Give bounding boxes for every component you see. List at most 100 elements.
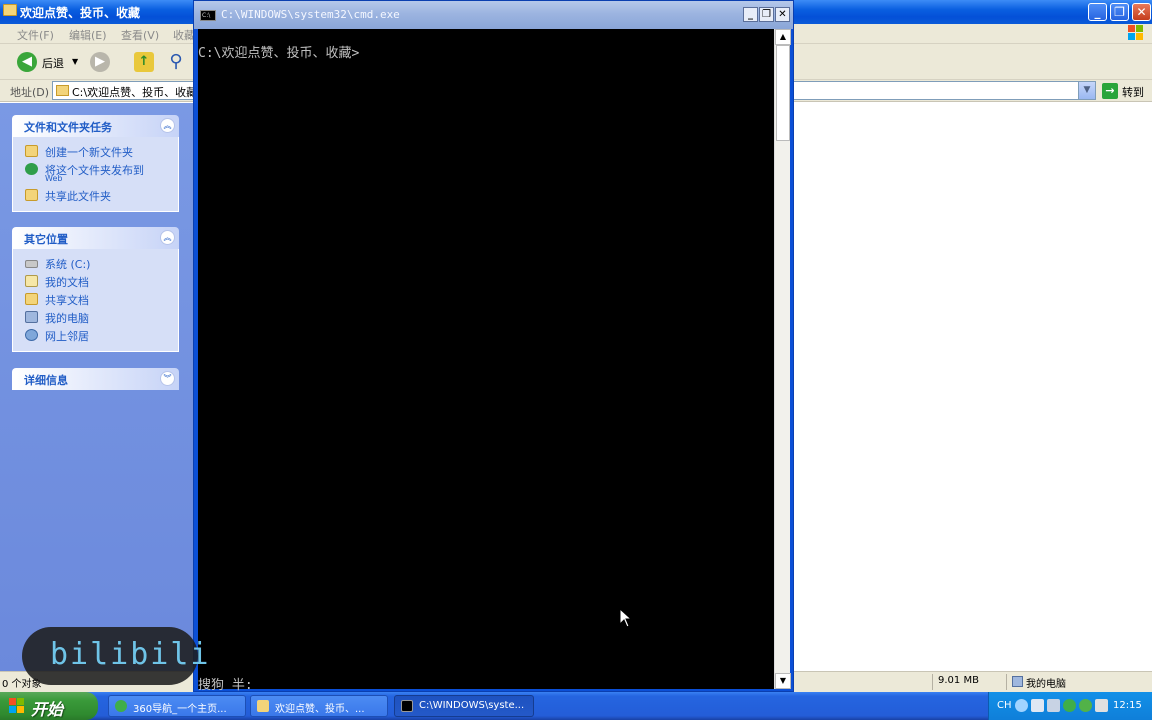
language-indicator[interactable]: CH: [997, 700, 1012, 711]
minimize-button[interactable]: _: [1088, 3, 1107, 21]
cmd-minimize-button[interactable]: _: [743, 7, 758, 22]
task-share-folder[interactable]: 共享此文件夹: [23, 187, 178, 205]
my-documents-icon: [25, 275, 38, 287]
windows-logo-icon: [9, 698, 25, 714]
place-system-c[interactable]: 系统 (C:): [23, 255, 178, 273]
go-label: 转到: [1122, 86, 1144, 99]
panel-header[interactable]: 文件和文件夹任务 ︽: [12, 115, 179, 137]
panel-header[interactable]: 详细信息 ︾: [12, 368, 179, 390]
cmd-window: C:\ C:\WINDOWS\system32\cmd.exe _ ❐ ✕ C:…: [193, 0, 794, 693]
ime-icon[interactable]: [1015, 699, 1028, 712]
status-divider: [1006, 674, 1007, 690]
close-button[interactable]: ✕: [1132, 3, 1151, 21]
place-label: 共享文档: [45, 294, 89, 307]
menu-favorites[interactable]: 收藏: [173, 27, 195, 43]
taskbar-item-label: 360导航_一个主页...: [133, 704, 227, 715]
panel-title: 详细信息: [24, 374, 68, 387]
place-label: 网上邻居: [45, 330, 89, 343]
scroll-up-icon[interactable]: ▲: [775, 29, 791, 45]
folder-icon: [257, 700, 269, 712]
other-places-panel: 其它位置 ︽ 系统 (C:) 我的文档 共享文档 我的电脑 网上邻居: [12, 227, 179, 352]
place-label: 我的文档: [45, 276, 89, 289]
clock: 12:15: [1113, 700, 1142, 711]
windows-logo-icon: [1128, 25, 1144, 42]
task-new-folder[interactable]: 创建一个新文件夹: [23, 143, 178, 161]
place-network[interactable]: 网上邻居: [23, 327, 178, 345]
taskbar-item-browser[interactable]: 360导航_一个主页...: [108, 695, 246, 717]
menu-file[interactable]: 文件(F): [17, 27, 54, 43]
cmd-icon: C:\: [200, 10, 216, 21]
status-size: 9.01 MB: [938, 675, 979, 686]
shared-documents-icon: [25, 293, 38, 305]
menu-edit[interactable]: 编辑(E): [69, 27, 107, 43]
browser-icon: [115, 700, 127, 712]
go-arrow-icon: →: [1102, 83, 1118, 99]
mouse-cursor-icon: [619, 608, 633, 628]
task-pane: 文件和文件夹任务 ︽ 创建一个新文件夹 将这个文件夹发布到 Web 共享此文件夹: [0, 103, 193, 673]
drive-icon: [25, 260, 38, 268]
panel-title: 文件和文件夹任务: [24, 121, 112, 134]
task-label: 共享此文件夹: [45, 190, 111, 203]
network-icon[interactable]: [1031, 699, 1044, 712]
collapse-icon[interactable]: ︽: [160, 230, 175, 245]
start-button[interactable]: 开始: [0, 692, 98, 720]
maximize-button[interactable]: ❐: [1110, 3, 1129, 21]
start-label: 开始: [31, 700, 64, 719]
back-button-label[interactable]: 后退: [42, 55, 64, 71]
system-tray: CH 12:15: [988, 692, 1152, 720]
cmd-restore-button[interactable]: ❐: [759, 7, 774, 22]
scroll-down-icon[interactable]: ▼: [775, 673, 791, 689]
my-computer-icon: [25, 311, 38, 323]
console-prompt: C:\欢迎点赞、投币、收藏>: [198, 46, 360, 61]
new-folder-icon: [25, 145, 38, 157]
scroll-thumb[interactable]: [776, 45, 790, 141]
cmd-close-button[interactable]: ✕: [775, 7, 790, 22]
taskbar-item-label: C:\WINDOWS\syste...: [419, 700, 525, 711]
folder-icon: [3, 4, 17, 16]
forward-arrow-icon[interactable]: ▶: [90, 52, 110, 72]
go-button[interactable]: → 转到: [1102, 82, 1148, 100]
status-divider: [932, 674, 933, 690]
watermark-text: bilibili: [50, 637, 211, 672]
place-label: 我的电脑: [45, 312, 89, 325]
search-icon[interactable]: ⚲: [166, 52, 186, 72]
up-folder-icon[interactable]: ↑: [134, 52, 154, 72]
vertical-scrollbar[interactable]: ▲ ▼: [774, 29, 791, 689]
taskbar: 开始 360导航_一个主页... 欢迎点赞、投币、... C:\WINDOWS\…: [0, 692, 1152, 720]
place-shared-documents[interactable]: 共享文档: [23, 291, 178, 309]
ime-status: 搜狗 半:: [198, 678, 253, 693]
menu-view[interactable]: 查看(V): [121, 27, 159, 43]
place-label: 系统 (C:): [45, 258, 91, 271]
taskbar-item-label: 欢迎点赞、投币、...: [275, 704, 365, 715]
panel-header[interactable]: 其它位置 ︽: [12, 227, 179, 249]
address-label: 地址(D): [10, 86, 50, 99]
network-icon[interactable]: [1047, 699, 1060, 712]
cmd-title: C:\WINDOWS\system32\cmd.exe: [221, 8, 400, 21]
address-value: C:\欢迎点赞、投币、收藏: [72, 86, 198, 99]
task-label: 创建一个新文件夹: [45, 146, 133, 159]
share-folder-icon: [25, 189, 38, 201]
security-icon[interactable]: [1063, 699, 1076, 712]
back-arrow-icon[interactable]: ◀: [17, 52, 37, 72]
volume-icon[interactable]: [1095, 699, 1108, 712]
place-my-computer[interactable]: 我的电脑: [23, 309, 178, 327]
status-location: 我的电脑: [1026, 679, 1066, 690]
details-panel: 详细信息 ︾: [12, 368, 179, 390]
place-my-documents[interactable]: 我的文档: [23, 273, 178, 291]
taskbar-item-cmd[interactable]: C:\WINDOWS\syste...: [394, 695, 534, 717]
shield-icon[interactable]: [1079, 699, 1092, 712]
task-publish-web[interactable]: 将这个文件夹发布到 Web: [23, 161, 178, 187]
console-area[interactable]: C:\欢迎点赞、投币、收藏> 搜狗 半:: [198, 29, 774, 693]
folder-icon: [56, 85, 69, 96]
collapse-icon[interactable]: ︽: [160, 118, 175, 133]
cmd-icon: [401, 700, 413, 712]
back-dropdown-icon[interactable]: ▼: [72, 57, 78, 66]
task-sublabel: Web: [45, 174, 63, 183]
expand-icon[interactable]: ︾: [160, 371, 175, 386]
network-icon: [25, 329, 38, 341]
taskbar-item-folder[interactable]: 欢迎点赞、投币、...: [250, 695, 388, 717]
chevron-down-icon[interactable]: ▼: [1078, 82, 1095, 99]
panel-title: 其它位置: [24, 233, 68, 246]
publish-web-icon: [25, 163, 38, 175]
cmd-titlebar[interactable]: C:\ C:\WINDOWS\system32\cmd.exe _ ❐ ✕: [194, 1, 793, 29]
